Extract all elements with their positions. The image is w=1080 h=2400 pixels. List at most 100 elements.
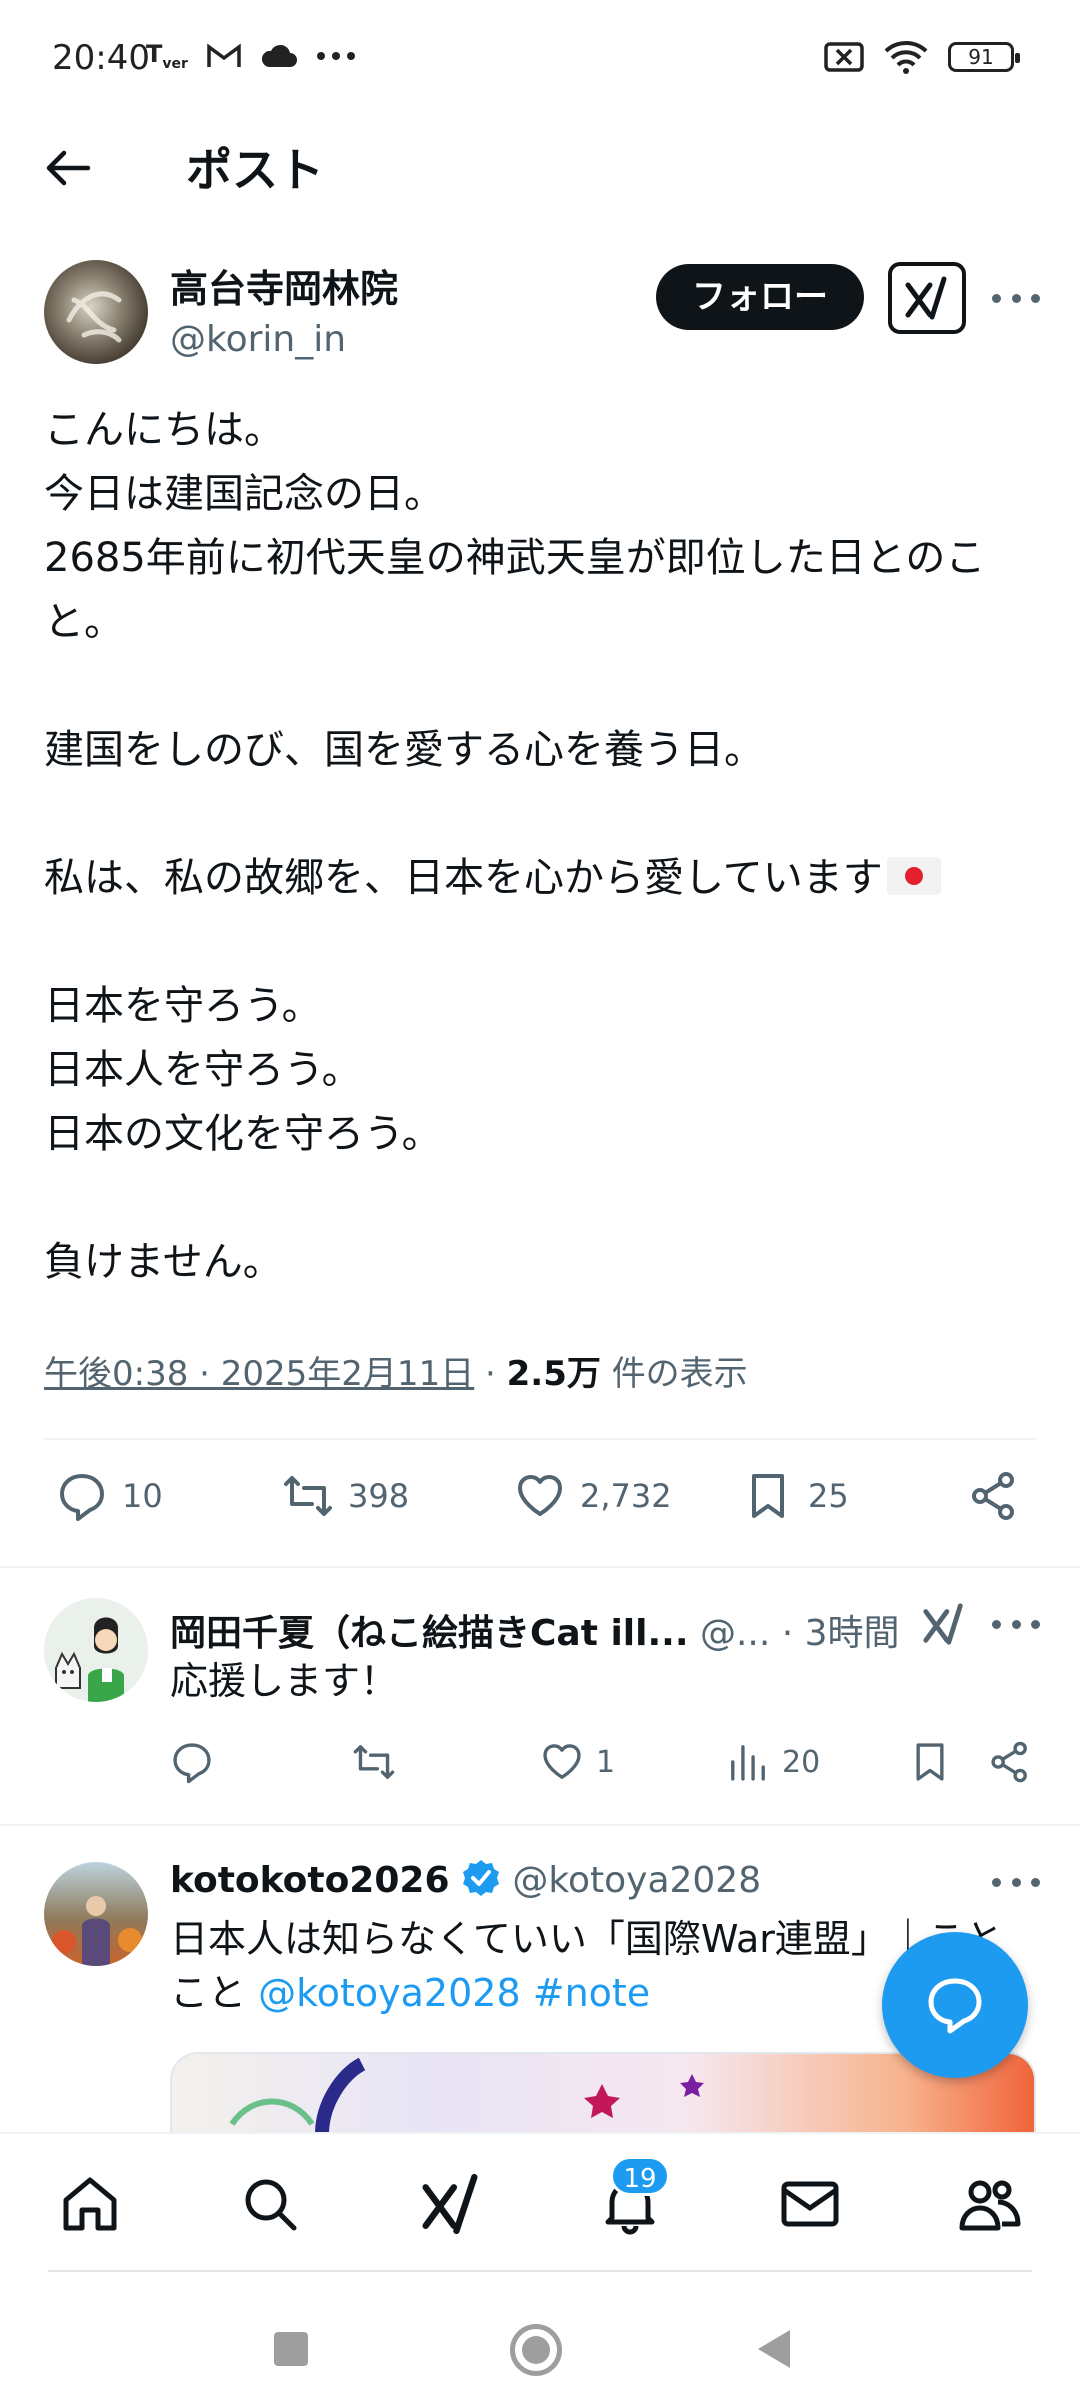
repost-button[interactable]: 398 <box>282 1470 409 1522</box>
follow-button[interactable]: フォロー <box>656 264 864 330</box>
post-line <box>44 654 1044 718</box>
post-line: 私は、私の故郷を、日本を心から愛しています <box>44 846 1044 910</box>
reply-icon <box>60 1474 104 1521</box>
repost-button[interactable] <box>352 1740 396 1784</box>
reply-text-line: 日本人は知らなくていい「国際War連盟」｜こと <box>170 1917 1003 1961</box>
link-preview-image[interactable] <box>170 2052 1036 2132</box>
wifi-icon <box>884 41 928 74</box>
status-time: 20:40 <box>52 38 150 78</box>
author-handle[interactable]: @korin_in <box>170 319 398 360</box>
post-line: 建国をしのび、国を愛する心を養う日。 <box>44 727 764 773</box>
post-line: 2685年前に初代天皇の神武天皇が即位した日とのこと。 <box>44 526 1044 654</box>
like-count: 1 <box>596 1744 616 1780</box>
post-line-text: 私は、私の故郷を、日本を心から愛しています <box>44 855 883 901</box>
page-title: ポスト <box>186 143 324 197</box>
reply-author-handle[interactable]: @... <box>700 1613 770 1654</box>
reply-author-name[interactable]: kotokoto2026 <box>170 1860 450 1901</box>
nav-search[interactable] <box>234 2168 306 2240</box>
heart-icon <box>518 1475 562 1516</box>
top-app-bar: ポスト <box>0 120 1080 240</box>
reply-avatar[interactable] <box>44 1862 148 1966</box>
more-dots-icon <box>316 51 355 60</box>
reply-icon <box>173 1743 211 1784</box>
hashtag-link[interactable]: #note <box>533 1971 650 2015</box>
views-button[interactable]: 20 <box>726 1740 820 1784</box>
author-name[interactable]: 高台寺岡林院 <box>170 258 398 313</box>
system-navigation-bar <box>0 2280 1080 2400</box>
share-button[interactable] <box>968 1470 1020 1522</box>
search-icon <box>245 2179 297 2231</box>
meta-separator: · <box>485 1354 496 1394</box>
analytics-icon <box>731 1745 765 1781</box>
status-left-icons: Tver <box>146 40 356 72</box>
reply-text-prefix: こと <box>170 1971 247 2015</box>
verified-badge-icon <box>462 1860 499 1896</box>
home-icon <box>63 2177 117 2231</box>
back-arrow-icon[interactable] <box>40 140 96 196</box>
heart-icon <box>543 1744 581 1779</box>
bookmark-icon <box>752 1474 784 1518</box>
nav-communities[interactable] <box>954 2168 1026 2240</box>
view-count[interactable]: 2.5万 <box>507 1354 601 1394</box>
bookmark-count: 25 <box>808 1477 849 1515</box>
home-button-icon[interactable] <box>510 2324 562 2376</box>
grok-icon <box>905 276 947 320</box>
nav-home[interactable] <box>54 2168 126 2240</box>
reply-more-options[interactable] <box>992 1614 1040 1634</box>
reply-header: kotokoto2026 @kotoya2028 <box>170 1860 761 1902</box>
post-line: 日本人を守ろう。 <box>44 1047 362 1093</box>
mention-link[interactable]: @kotoya2028 <box>258 1971 521 2015</box>
like-button[interactable]: 1 <box>540 1740 615 1784</box>
post-more-options[interactable] <box>992 288 1040 308</box>
reply-button[interactable]: 10 <box>56 1470 163 1522</box>
post-body: こんにちは。 今日は建国記念の日。 2685年前に初代天皇の神武天皇が即位した日… <box>44 398 1044 1294</box>
system-back-icon[interactable] <box>758 2330 790 2368</box>
author-info[interactable]: 高台寺岡林院 @korin_in <box>170 258 398 360</box>
reply-action-bar: 1 20 <box>0 1740 1080 1800</box>
divider <box>0 1566 1080 1568</box>
view-label: 件の表示 <box>611 1354 748 1394</box>
reply-count: 10 <box>122 1477 163 1515</box>
reply-more-options[interactable] <box>992 1872 1040 1892</box>
like-button[interactable]: 2,732 <box>514 1470 672 1522</box>
share-icon <box>972 1472 1014 1520</box>
cloud-icon <box>261 44 297 67</box>
repost-icon <box>284 1476 332 1516</box>
reply-button[interactable] <box>170 1740 214 1784</box>
bookmark-icon <box>916 1743 944 1781</box>
share-icon <box>991 1741 1027 1783</box>
share-button[interactable] <box>988 1740 1032 1784</box>
reply-author-handle[interactable]: @kotoya2028 <box>512 1860 761 1901</box>
author-avatar[interactable] <box>44 260 148 364</box>
post-action-bar: 10 398 2,732 25 <box>0 1470 1080 1540</box>
post-line: 負けません。 <box>44 1239 283 1285</box>
grok-button[interactable] <box>888 262 966 334</box>
like-count: 2,732 <box>580 1477 672 1515</box>
reply-author-name[interactable]: 岡田千夏（ねこ絵描きCat ill... <box>170 1613 689 1654</box>
post-line: 今日は建国記念の日。 <box>44 471 444 517</box>
recent-apps-icon[interactable] <box>274 2332 308 2366</box>
notification-badge: 19 <box>610 2156 670 2196</box>
bottom-navigation: 19 <box>0 2132 1080 2272</box>
messages-icon <box>781 2181 839 2227</box>
post-meta: 午後0:38 · 2025年2月11日 · 2.5万 件の表示 <box>44 1346 748 1395</box>
post-line: こんにちは。 <box>44 407 284 453</box>
communities-icon <box>959 2180 1021 2231</box>
view-count: 20 <box>782 1744 821 1780</box>
nav-grok[interactable] <box>414 2168 486 2240</box>
post-timestamp[interactable]: 午後0:38 · 2025年2月11日 <box>44 1354 474 1394</box>
no-sim-icon <box>824 42 864 72</box>
nav-divider <box>48 2270 1032 2272</box>
bookmark-button[interactable]: 25 <box>742 1470 849 1522</box>
reply-avatar[interactable] <box>44 1598 148 1702</box>
japan-flag-icon <box>886 857 941 895</box>
nav-messages[interactable] <box>774 2168 846 2240</box>
post-line <box>44 910 1044 974</box>
status-right-icons: 91 <box>824 40 1020 74</box>
bookmark-button[interactable] <box>908 1740 952 1784</box>
repost-count: 398 <box>348 1477 410 1515</box>
compose-reply-button[interactable] <box>882 1932 1028 2078</box>
grok-icon[interactable] <box>920 1600 968 1648</box>
post-line: 日本を守ろう。 <box>44 983 322 1029</box>
repost-icon <box>353 1745 395 1779</box>
